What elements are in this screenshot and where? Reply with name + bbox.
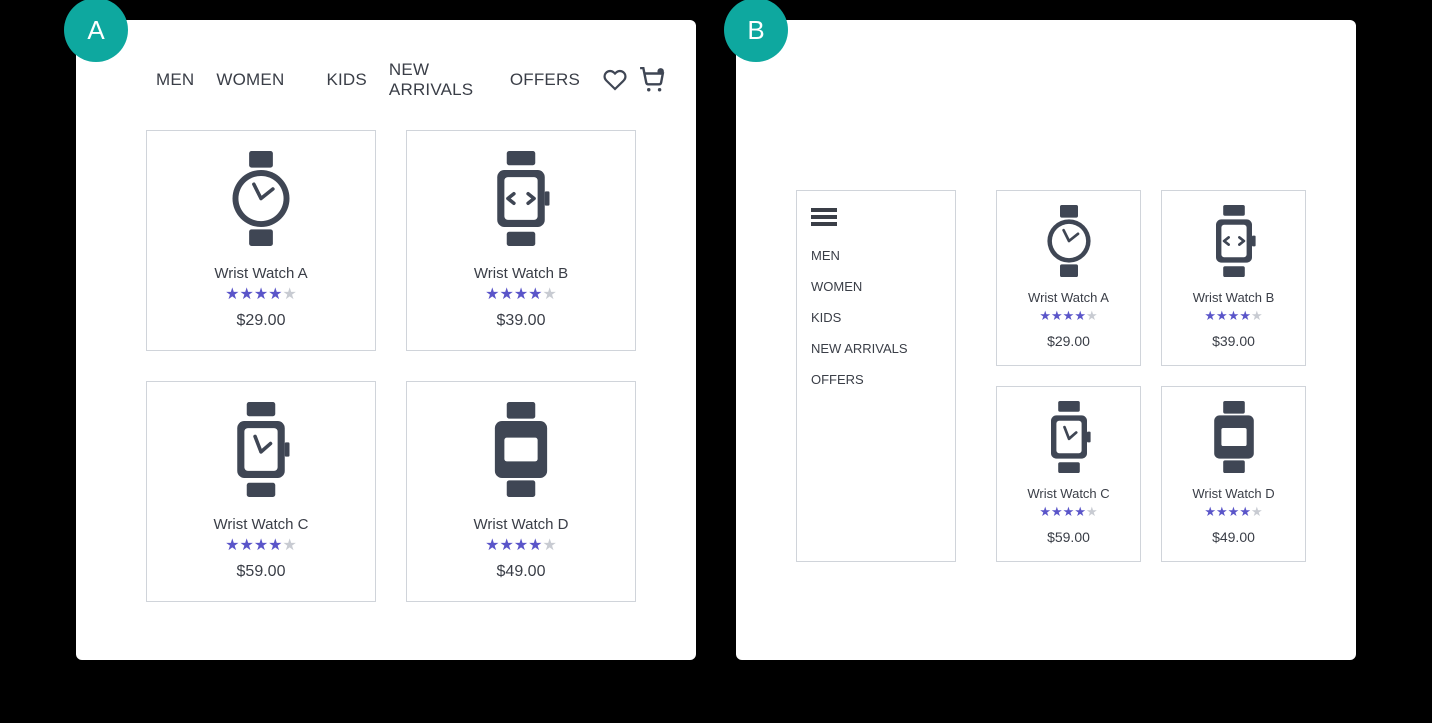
product-name: Wrist Watch D	[1170, 486, 1297, 501]
layout-a-panel: A MEN WOMEN KIDS NEW ARRIVALS OFFERS Wri…	[76, 20, 696, 660]
product-rating: ★★★★★	[417, 284, 625, 304]
watch-square-time-icon	[157, 402, 365, 502]
product-name: Wrist Watch A	[1005, 290, 1132, 305]
product-card[interactable]: Wrist Watch C ★★★★★ $59.00	[146, 381, 376, 602]
side-nav-offers[interactable]: OFFERS	[811, 364, 941, 395]
product-name: Wrist Watch C	[157, 516, 365, 533]
product-price: $29.00	[1005, 333, 1132, 349]
product-price: $39.00	[417, 312, 625, 330]
layout-b-panel: B MEN WOMEN KIDS NEW ARRIVALS OFFERS Wri…	[736, 20, 1356, 660]
watch-round-icon	[1005, 205, 1132, 282]
cart-icon[interactable]	[638, 67, 666, 93]
top-nav: MEN WOMEN KIDS NEW ARRIVALS OFFERS	[106, 50, 676, 130]
product-card[interactable]: Wrist Watch A ★★★★★ $29.00	[996, 190, 1141, 366]
product-name: Wrist Watch A	[157, 265, 365, 282]
product-card[interactable]: Wrist Watch A ★★★★★ $29.00	[146, 130, 376, 351]
watch-square-time-icon	[1005, 401, 1132, 478]
product-card[interactable]: Wrist Watch B ★★★★★ $39.00	[406, 130, 636, 351]
product-rating: ★★★★★	[157, 535, 365, 555]
product-name: Wrist Watch C	[1005, 486, 1132, 501]
nav-men[interactable]: MEN	[156, 70, 194, 90]
heart-icon[interactable]	[602, 68, 628, 92]
product-rating: ★★★★★	[157, 284, 365, 304]
product-price: $59.00	[1005, 529, 1132, 545]
badge-b: B	[724, 0, 788, 62]
product-card[interactable]: Wrist Watch C ★★★★★ $59.00	[996, 386, 1141, 562]
product-card[interactable]: Wrist Watch D ★★★★★ $49.00	[406, 381, 636, 602]
product-rating: ★★★★★	[1170, 503, 1297, 521]
side-nav-men[interactable]: MEN	[811, 240, 941, 271]
nav-offers[interactable]: OFFERS	[510, 70, 580, 90]
watch-code-icon	[1170, 205, 1297, 282]
product-price: $29.00	[157, 312, 365, 330]
hamburger-icon[interactable]	[811, 208, 941, 226]
nav-kids[interactable]: KIDS	[326, 70, 366, 90]
watch-square-solid-icon	[1170, 401, 1297, 478]
watch-round-icon	[157, 151, 365, 251]
watch-square-solid-icon	[417, 402, 625, 502]
product-name: Wrist Watch B	[417, 265, 625, 282]
product-card[interactable]: Wrist Watch B ★★★★★ $39.00	[1161, 190, 1306, 366]
side-nav-new-arrivals[interactable]: NEW ARRIVALS	[811, 333, 941, 364]
badge-a: A	[64, 0, 128, 62]
product-rating: ★★★★★	[1005, 307, 1132, 325]
product-name: Wrist Watch B	[1170, 290, 1297, 305]
product-rating: ★★★★★	[417, 535, 625, 555]
product-price: $49.00	[1170, 529, 1297, 545]
product-price: $59.00	[157, 563, 365, 581]
watch-code-icon	[417, 151, 625, 251]
product-price: $39.00	[1170, 333, 1297, 349]
product-grid-a: Wrist Watch A ★★★★★ $29.00 Wrist Watch B…	[106, 130, 676, 602]
nav-new-arrivals[interactable]: NEW ARRIVALS	[389, 60, 488, 100]
product-price: $49.00	[417, 563, 625, 581]
side-nav-kids[interactable]: KIDS	[811, 302, 941, 333]
product-name: Wrist Watch D	[417, 516, 625, 533]
product-grid-b: Wrist Watch A ★★★★★ $29.00 Wrist Watch B…	[996, 190, 1306, 562]
side-menu: MEN WOMEN KIDS NEW ARRIVALS OFFERS	[796, 190, 956, 562]
nav-women[interactable]: WOMEN	[216, 70, 284, 90]
product-rating: ★★★★★	[1170, 307, 1297, 325]
product-rating: ★★★★★	[1005, 503, 1132, 521]
product-card[interactable]: Wrist Watch D ★★★★★ $49.00	[1161, 386, 1306, 562]
side-nav-women[interactable]: WOMEN	[811, 271, 941, 302]
